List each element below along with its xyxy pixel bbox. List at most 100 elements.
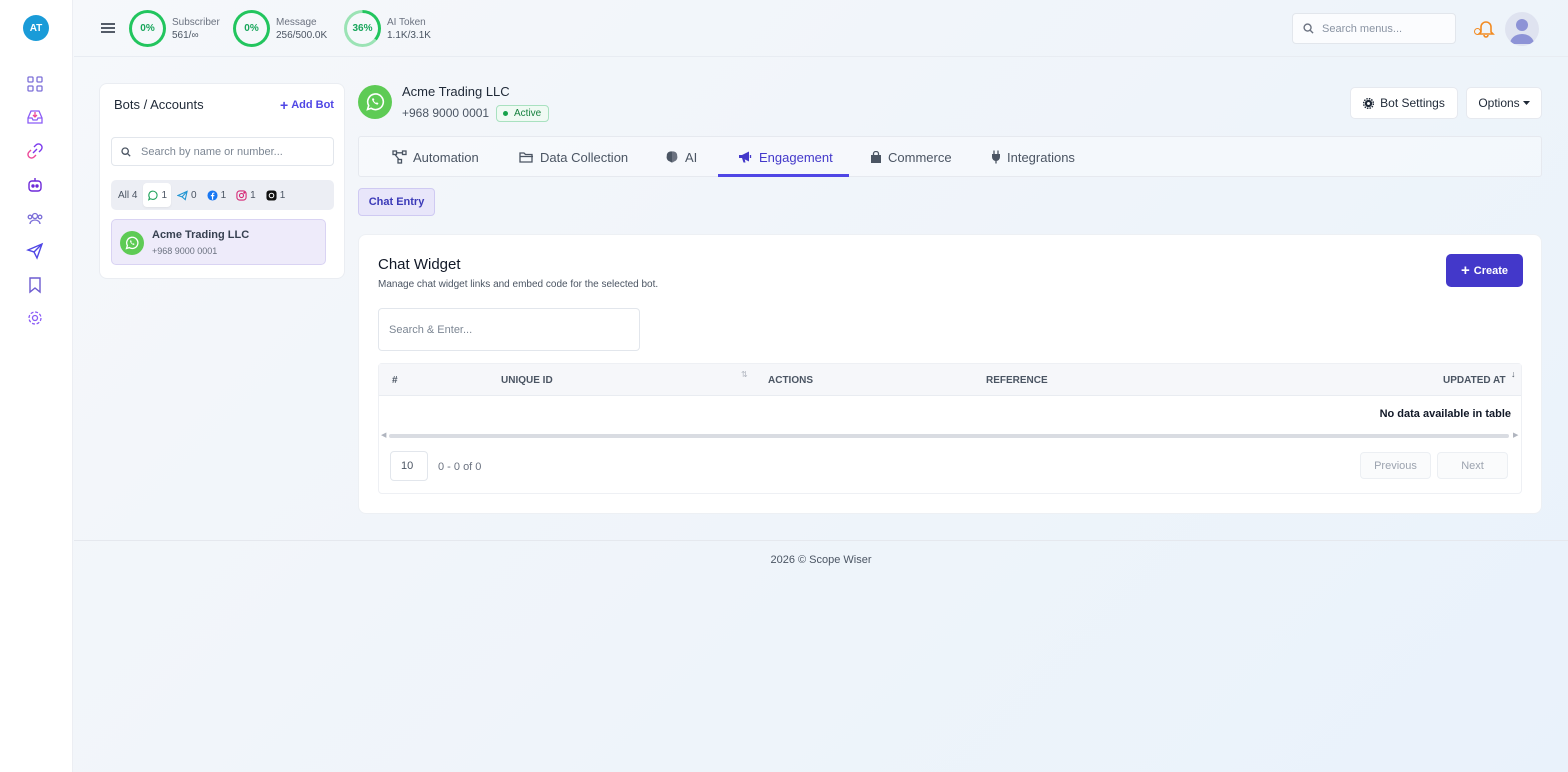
filter-telegram[interactable]: 0	[173, 183, 201, 207]
page-info: 0 - 0 of 0	[438, 461, 482, 473]
filter-whatsapp-count: 1	[161, 189, 168, 201]
search-icon	[121, 146, 131, 157]
message-label: Message	[276, 16, 317, 28]
bot-settings-button[interactable]: Bot Settings	[1350, 87, 1458, 119]
card-subtitle: Manage chat widget links and embed code …	[378, 279, 659, 290]
status-badge: Active	[496, 105, 550, 122]
bot-number: +968 9000 0001	[402, 106, 490, 120]
subscriber-progress-ring: 0%	[129, 10, 166, 47]
folder-icon	[519, 151, 533, 163]
left-rail: AT	[0, 0, 73, 772]
bell-icon[interactable]	[1476, 18, 1496, 38]
user-avatar[interactable]	[1505, 12, 1539, 46]
ai-token-percent: 36%	[347, 13, 378, 44]
sort-desc-icon[interactable]: ↓	[1511, 369, 1516, 379]
table-search-input[interactable]	[389, 323, 629, 336]
filter-threads-count: 1	[279, 189, 286, 201]
page-size-select[interactable]: 10	[390, 451, 428, 481]
previous-page-button[interactable]: Previous	[1360, 452, 1431, 479]
filter-instagram[interactable]: 1	[232, 183, 260, 207]
workspace-avatar[interactable]: AT	[23, 15, 49, 41]
settings-icon[interactable]	[26, 309, 44, 327]
bot-list-item[interactable]: Acme Trading LLC +968 9000 0001	[111, 219, 326, 265]
whatsapp-icon	[120, 231, 144, 255]
menu-toggle-icon[interactable]	[101, 21, 115, 35]
subscriber-percent: 0%	[132, 13, 163, 44]
scroll-right-icon[interactable]: ▶	[1513, 431, 1518, 439]
filter-facebook-count: 1	[220, 189, 227, 201]
options-dropdown[interactable]: Options	[1466, 87, 1542, 119]
telegram-icon	[177, 189, 188, 201]
tab-automation-label: Automation	[413, 149, 479, 165]
filter-threads[interactable]: 1	[262, 183, 290, 207]
table-search[interactable]	[378, 308, 640, 351]
ai-token-value: 1.1K/3.1K	[387, 29, 431, 41]
message-percent: 0%	[236, 13, 267, 44]
tab-data-collection[interactable]: Data Collection	[519, 137, 628, 177]
column-header-updated-at[interactable]: UPDATED AT	[1443, 375, 1506, 386]
tab-engagement[interactable]: Engagement	[738, 137, 833, 177]
tab-ai[interactable]: AI	[665, 137, 697, 177]
bot-item-number: +968 9000 0001	[152, 246, 218, 256]
bot-search-input[interactable]	[141, 145, 331, 158]
gear-icon	[1363, 97, 1375, 109]
tab-data-collection-label: Data Collection	[540, 149, 629, 165]
subscriber-label: Subscriber	[172, 16, 220, 28]
link-icon[interactable]	[26, 142, 44, 160]
status-label: Active	[514, 108, 542, 119]
subscriber-value: 561/∞	[172, 29, 199, 41]
plug-icon	[992, 150, 1000, 164]
filter-facebook[interactable]: 1	[203, 183, 231, 207]
sort-icon[interactable]: ⇅	[741, 370, 748, 379]
card-title: Chat Widget	[378, 256, 461, 273]
top-bar: 0% Subscriber 561/∞ 0% Message 256/500.0…	[74, 0, 1568, 57]
menu-search[interactable]	[1292, 13, 1456, 44]
whatsapp-icon	[358, 85, 392, 119]
whatsapp-icon	[148, 190, 158, 201]
column-header-unique-id[interactable]: UNIQUE ID	[501, 375, 553, 386]
tab-engagement-label: Engagement	[759, 149, 833, 165]
column-header-reference[interactable]: REFERENCE	[986, 375, 1048, 386]
scroll-left-icon[interactable]: ◀	[381, 431, 386, 439]
bots-panel: Bots / Accounts + Add Bot All 4 1 0	[99, 83, 345, 279]
message-value: 256/500.0K	[276, 29, 328, 41]
plus-icon: +	[1460, 261, 1470, 279]
instagram-icon	[236, 189, 247, 201]
create-button[interactable]: + Create	[1446, 254, 1523, 287]
create-label: Create	[1473, 264, 1508, 277]
footer-divider	[74, 540, 1568, 541]
footer-copyright: 2026 © Scope Wiser	[770, 554, 872, 566]
add-bot-button[interactable]: + Add Bot	[280, 98, 334, 112]
tab-commerce[interactable]: Commerce	[870, 137, 952, 177]
stat-ai-token: 36% AI Token 1.1K/3.1K	[344, 10, 431, 47]
tab-commerce-label: Commerce	[888, 149, 952, 165]
next-page-button[interactable]: Next	[1437, 452, 1508, 479]
tab-integrations[interactable]: Integrations	[991, 137, 1075, 177]
message-progress-ring: 0%	[233, 10, 270, 47]
dashboard-icon[interactable]	[26, 75, 44, 93]
send-icon[interactable]	[26, 242, 44, 260]
filter-whatsapp[interactable]: 1	[143, 183, 172, 207]
automation-icon	[392, 150, 407, 164]
menu-search-input[interactable]	[1322, 22, 1452, 35]
chat-widget-card: Chat Widget Manage chat widget links and…	[358, 234, 1542, 514]
column-header-actions[interactable]: ACTIONS	[768, 375, 813, 386]
tab-automation[interactable]: Automation	[392, 137, 479, 177]
bot-icon[interactable]	[26, 176, 44, 194]
filter-all-label: All 4	[118, 189, 138, 201]
column-header-index[interactable]: #	[392, 375, 398, 386]
options-label: Options	[1478, 96, 1520, 110]
threads-icon	[266, 189, 277, 201]
data-table: # UNIQUE ID ⇅ ACTIONS REFERENCE UPDATED …	[378, 363, 1522, 494]
subtab-chat-entry[interactable]: Chat Entry	[358, 188, 435, 216]
inbox-icon[interactable]	[26, 108, 44, 126]
filter-all[interactable]: All 4	[114, 183, 141, 207]
brain-icon	[666, 151, 678, 163]
bag-icon	[871, 150, 881, 163]
bot-search[interactable]	[111, 137, 334, 166]
empty-table-message: No data available in table	[1379, 408, 1511, 420]
horizontal-scrollbar[interactable]	[389, 434, 1509, 438]
bookmark-icon[interactable]	[26, 276, 44, 294]
contacts-icon[interactable]	[26, 209, 44, 227]
stat-message: 0% Message 256/500.0K	[233, 10, 327, 47]
